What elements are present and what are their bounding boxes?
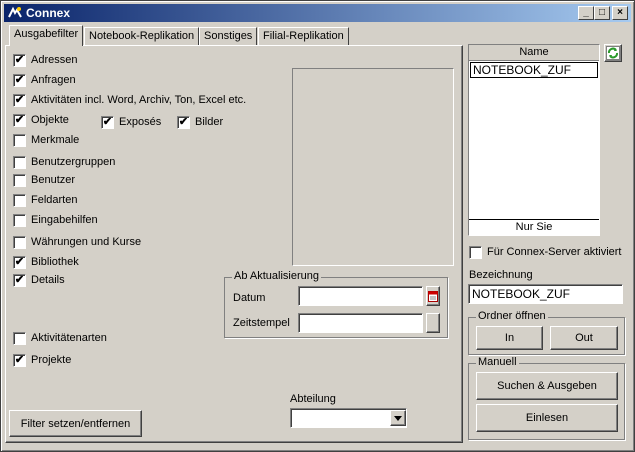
checkbox-waehrungen[interactable]: Währungen und Kurse — [13, 234, 141, 250]
checkbox-box[interactable]: ✔ — [101, 115, 114, 129]
checkbox-box[interactable] — [13, 173, 26, 187]
checkbox-merkmale[interactable]: Merkmale — [13, 132, 79, 148]
checkbox-anfragen[interactable]: ✔ Anfragen — [13, 72, 76, 88]
preview-box — [292, 68, 454, 266]
checkbox-box[interactable] — [13, 133, 26, 147]
tab-filial-replikation[interactable]: Filial-Replikation — [258, 27, 349, 45]
close-button[interactable]: × — [612, 6, 628, 20]
checkbox-label: Objekte — [31, 114, 69, 126]
checkbox-bibliothek[interactable]: ✔ Bibliothek — [13, 254, 79, 270]
tab-ausgabefilter[interactable]: Ausgabefilter — [9, 25, 84, 46]
out-button[interactable]: Out — [550, 326, 618, 350]
datum-label: Datum — [233, 292, 266, 304]
close-icon: × — [617, 7, 623, 18]
zeitstempel-label: Zeitstempel — [233, 317, 290, 329]
checkbox-details[interactable]: ✔ Details — [13, 272, 65, 288]
checkbox-label: Exposés — [119, 116, 162, 128]
maximize-button[interactable]: □ — [594, 6, 610, 20]
checkbox-label: Anfragen — [31, 74, 76, 86]
list-item[interactable]: NOTEBOOK_ZUF — [470, 62, 598, 78]
datum-field[interactable] — [298, 286, 423, 306]
name-list[interactable]: Name NOTEBOOK_ZUF Nur Sie — [468, 44, 600, 236]
einlesen-button[interactable]: Einlesen — [476, 404, 618, 432]
checkbox-label: Aktivitätenarten — [31, 332, 107, 344]
group-title: Ordner öffnen — [476, 310, 548, 322]
checkbox-label: Bibliothek — [31, 256, 79, 268]
checkbox-adressen[interactable]: ✔ Adressen — [13, 52, 77, 68]
checkbox-box[interactable] — [13, 235, 26, 249]
checkbox-label: Projekte — [31, 354, 72, 366]
checkbox-aktivitaetenarten[interactable]: Aktivitätenarten — [13, 330, 107, 346]
checkbox-benutzergruppen[interactable]: Benutzergruppen — [13, 154, 115, 170]
checkbox-box[interactable] — [13, 213, 26, 227]
checkbox-box[interactable]: ✔ — [13, 255, 26, 269]
connex-window: Connex _ □ × Ausgabefilter Notebook-Repl… — [0, 0, 635, 452]
chevron-down-icon — [394, 415, 402, 421]
checkbox-box[interactable] — [13, 193, 26, 207]
app-icon — [8, 6, 22, 18]
group-title: Ab Aktualisierung — [232, 270, 321, 282]
checkbox-label: Benutzergruppen — [31, 156, 116, 168]
name-list-footer: Nur Sie — [469, 219, 599, 235]
checkbox-box[interactable]: ✔ — [13, 113, 26, 127]
checkbox-label: Benutzer — [31, 174, 76, 186]
checkbox-label: Feldarten — [31, 194, 78, 206]
checkbox-label: Eingabehilfen — [31, 214, 98, 226]
checkbox-box[interactable]: ✔ — [177, 115, 190, 129]
checkbox-label: Details — [31, 274, 65, 286]
checkbox-exposes[interactable]: ✔ Exposés — [101, 114, 161, 130]
checkbox-label: Währungen und Kurse — [31, 236, 142, 248]
name-column-header[interactable]: Name — [469, 45, 599, 61]
checkbox-label: Adressen — [31, 54, 78, 66]
bezeichnung-field[interactable]: NOTEBOOK_ZUF — [468, 284, 623, 304]
checkbox-box[interactable]: ✔ — [13, 73, 26, 87]
zeitstempel-field[interactable] — [298, 313, 423, 333]
checkbox-box[interactable]: ✔ — [13, 93, 26, 107]
zeitstempel-button[interactable] — [426, 313, 440, 333]
suchen-ausgeben-button[interactable]: Suchen & Ausgeben — [476, 372, 618, 400]
title-bar[interactable]: Connex _ □ × — [4, 4, 631, 22]
refresh-icon — [606, 46, 620, 60]
checkbox-projekte[interactable]: ✔ Projekte — [13, 352, 71, 368]
checkbox-objekte[interactable]: ✔ Objekte — [13, 112, 69, 128]
minimize-button[interactable]: _ — [578, 6, 594, 20]
checkbox-eingabehilfen[interactable]: Eingabehilfen — [13, 212, 98, 228]
checkbox-box[interactable] — [13, 331, 26, 345]
checkbox-label: Für Connex-Server aktiviert — [487, 246, 622, 258]
checkbox-label: Merkmale — [31, 134, 80, 146]
tab-sonstiges[interactable]: Sonstiges — [199, 27, 258, 45]
abteilung-label: Abteilung — [290, 393, 336, 405]
checkbox-benutzer[interactable]: Benutzer — [13, 172, 75, 188]
checkbox-aktivitaeten[interactable]: ✔ Aktivitäten incl. Word, Archiv, Ton, E… — [13, 92, 246, 108]
filter-setzen-button[interactable]: Filter setzen/entfernen — [9, 410, 142, 437]
calendar-icon — [428, 291, 438, 302]
maximize-icon: □ — [598, 7, 606, 18]
checkbox-label: Bilder — [195, 116, 224, 128]
calendar-button[interactable] — [426, 286, 440, 306]
in-button[interactable]: In — [476, 326, 543, 350]
checkbox-connex-server[interactable]: Für Connex-Server aktiviert — [469, 244, 622, 260]
abteilung-dropdown-button[interactable] — [390, 410, 406, 426]
refresh-button[interactable] — [604, 44, 622, 62]
checkbox-box[interactable]: ✔ — [13, 53, 26, 67]
checkbox-label: Aktivitäten incl. Word, Archiv, Ton, Exc… — [31, 94, 247, 106]
tab-notebook-replikation[interactable]: Notebook-Replikation — [84, 27, 200, 45]
bezeichnung-label: Bezeichnung — [469, 269, 533, 281]
checkbox-box[interactable]: ✔ — [13, 353, 26, 367]
checkbox-bilder[interactable]: ✔ Bilder — [177, 114, 223, 130]
checkbox-box[interactable]: ✔ — [13, 273, 26, 287]
minimize-icon: _ — [583, 7, 589, 18]
group-title: Manuell — [476, 356, 519, 368]
window-title: Connex — [26, 6, 71, 20]
checkbox-feldarten[interactable]: Feldarten — [13, 192, 77, 208]
checkbox-box[interactable] — [469, 245, 482, 259]
checkbox-box[interactable] — [13, 155, 26, 169]
